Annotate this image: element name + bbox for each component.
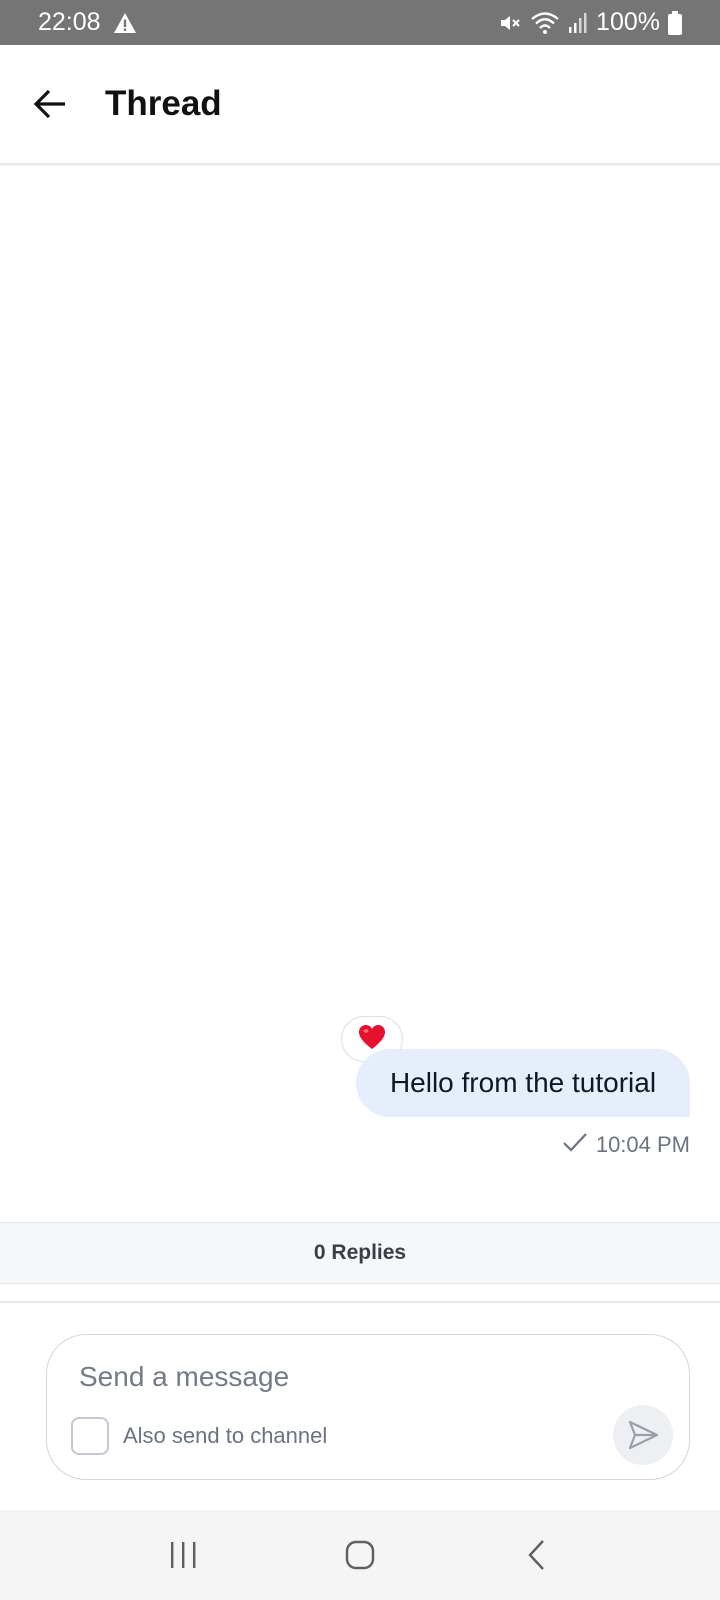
message-timestamp: 10:04 PM [595, 1132, 690, 1157]
mute-icon [498, 11, 522, 35]
status-time: 22:08 [38, 8, 101, 36]
send-button[interactable] [613, 1405, 673, 1465]
warning-icon [113, 12, 137, 34]
replies-count: 0 Replies [313, 1241, 407, 1264]
message-meta: 10:04 PM [562, 1132, 690, 1158]
back-icon [528, 1540, 544, 1570]
send-to-channel-label[interactable]: Also send to channel [123, 1423, 327, 1449]
recent-apps-icon [171, 1542, 196, 1568]
status-bar: 22:08 100% [0, 0, 720, 45]
send-to-channel-checkbox[interactable] [71, 1417, 109, 1455]
message-text: Hello from the tutorial [389, 1067, 657, 1098]
page-title: Thread [105, 84, 222, 123]
system-nav-bar [0, 1510, 720, 1600]
wifi-icon [530, 11, 560, 35]
message-composer: Also send to channel [46, 1334, 690, 1480]
app-bar: Thread [0, 45, 720, 165]
arrow-left-icon [33, 89, 65, 119]
home-icon [345, 1540, 375, 1570]
status-icons: 100% [498, 8, 682, 37]
system-back-button[interactable] [497, 1525, 577, 1585]
signal-icon [568, 12, 588, 34]
battery-icon [668, 10, 682, 35]
back-button[interactable] [20, 74, 80, 134]
send-icon [628, 1420, 659, 1450]
recent-apps-button[interactable] [143, 1525, 223, 1585]
replies-divider: 0 Replies [0, 1222, 720, 1284]
battery-percentage: 100% [596, 8, 660, 36]
home-button[interactable] [320, 1525, 400, 1585]
message-input[interactable] [77, 1357, 597, 1397]
message-bubble[interactable]: Hello from the tutorial [356, 1049, 690, 1117]
composer-divider [0, 1301, 720, 1303]
check-icon [562, 1132, 588, 1158]
